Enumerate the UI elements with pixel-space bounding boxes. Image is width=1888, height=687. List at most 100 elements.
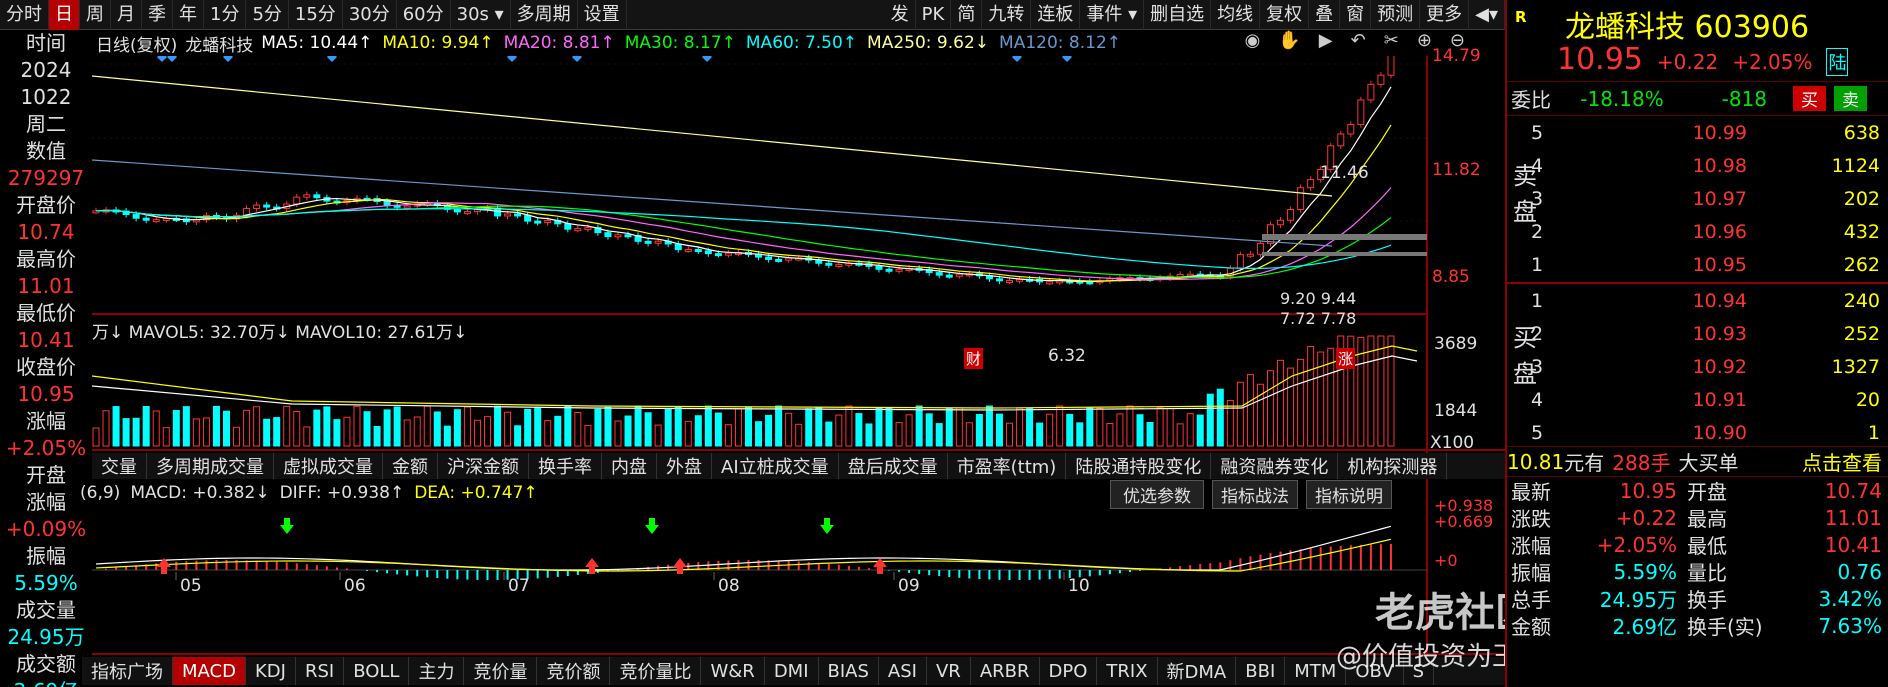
vol-tabs-3[interactable]: 金额 bbox=[383, 453, 438, 479]
bids-row-5[interactable]: 5 10.90 1 bbox=[1507, 416, 1888, 449]
bids-row-4[interactable]: 4 10.91 20 bbox=[1507, 383, 1888, 416]
hand-icon[interactable]: ✋ bbox=[1278, 30, 1300, 51]
ind-tabs-9[interactable]: W&R bbox=[701, 657, 765, 685]
volume-bar bbox=[975, 414, 983, 447]
level: 5 bbox=[1530, 421, 1544, 444]
optimal-params-button[interactable]: 优选参数 bbox=[1110, 480, 1204, 509]
ind-tabs-3[interactable]: RSI bbox=[296, 657, 345, 685]
vol-tabs-9[interactable]: 盘后成交量 bbox=[839, 453, 948, 479]
asks-row-4[interactable]: 4 10.98 1124 bbox=[1507, 149, 1888, 182]
tool-button-3[interactable]: 九转 bbox=[982, 0, 1032, 30]
period-tab-4[interactable]: 季 bbox=[142, 0, 173, 30]
sell-button[interactable]: 卖 bbox=[1834, 86, 1867, 111]
volume-bar bbox=[564, 405, 572, 447]
finance-marker[interactable]: 财 bbox=[964, 348, 984, 369]
ind-tabs-2[interactable]: KDJ bbox=[246, 657, 296, 685]
period-tab-10[interactable]: 60分 bbox=[397, 0, 451, 30]
ind-tabs-1[interactable]: MACD bbox=[173, 657, 246, 685]
tool-button-5[interactable]: 事件 ▾ bbox=[1080, 0, 1145, 30]
ind-tabs-11[interactable]: BIAS bbox=[819, 657, 879, 685]
limit-up-marker[interactable]: 涨 bbox=[1336, 348, 1356, 369]
tool-button-10[interactable]: 窗 bbox=[1340, 0, 1372, 30]
period-tab-2[interactable]: 周 bbox=[80, 0, 111, 30]
vol-tabs-7[interactable]: 外盘 bbox=[657, 453, 712, 479]
period-tab-9[interactable]: 30分 bbox=[343, 0, 397, 30]
eye-icon[interactable]: ◉ bbox=[1245, 30, 1261, 51]
period-tab-11[interactable]: 30s ▾ bbox=[451, 0, 511, 30]
ind-tabs-10[interactable]: DMI bbox=[765, 657, 819, 685]
volume-bar bbox=[624, 415, 632, 447]
ind-tabs-13[interactable]: VR bbox=[927, 657, 971, 685]
zoom-in-icon[interactable]: ⊕ bbox=[1417, 30, 1432, 51]
ind-tabs-12[interactable]: ASI bbox=[879, 657, 927, 685]
vol-tabs-2[interactable]: 虚拟成交量 bbox=[274, 453, 383, 479]
vol-tabs-1[interactable]: 多周期成交量 bbox=[147, 453, 274, 479]
ma-value-1: MA10: 9.94↑ bbox=[382, 33, 494, 53]
period-tab-12[interactable]: 多周期 bbox=[511, 0, 578, 30]
kline-chart-area[interactable]: 14.79 11.82 8.85 11.46 6.32 财 涨 9.20 9.4… bbox=[80, 46, 1535, 687]
play-icon[interactable]: ▶ bbox=[1319, 30, 1333, 51]
tool-button-0[interactable]: 发 bbox=[885, 0, 916, 30]
vol-tabs-13[interactable]: 机构探测器 bbox=[1338, 453, 1448, 479]
ind-tabs-5[interactable]: 主力 bbox=[409, 657, 465, 685]
ind-tabs-17[interactable]: 新DMA bbox=[1158, 657, 1237, 685]
stat-row-1: 涨跌 +0.22 最高 11.01 bbox=[1507, 504, 1888, 532]
vol-tabs-6[interactable]: 内盘 bbox=[602, 453, 657, 479]
ind-tabs-16[interactable]: TRIX bbox=[1097, 657, 1158, 685]
tool-button-8[interactable]: 复权 bbox=[1260, 0, 1310, 30]
ind-tabs-0[interactable]: 指标广场 bbox=[82, 657, 173, 685]
volume-bar bbox=[1226, 400, 1234, 447]
vol-tabs-0[interactable]: 交量 bbox=[92, 453, 147, 479]
asks-row-5[interactable]: 5 10.99 638 bbox=[1507, 116, 1888, 149]
ind-tabs-14[interactable]: ARBR bbox=[971, 657, 1040, 685]
ind-tabs-15[interactable]: DPO bbox=[1040, 657, 1098, 685]
ind-tabs-6[interactable]: 竞价量 bbox=[464, 657, 538, 685]
level-volume: 252 bbox=[1843, 322, 1880, 345]
period-tab-3[interactable]: 月 bbox=[111, 0, 142, 30]
ind-tabs-7[interactable]: 竞价额 bbox=[537, 657, 611, 685]
tool-button-6[interactable]: 删自选 bbox=[1144, 0, 1212, 30]
vol-tabs-8[interactable]: AI立桩成交量 bbox=[712, 453, 839, 479]
tool-button-12[interactable]: 更多 bbox=[1420, 0, 1470, 30]
vol-tabs-12[interactable]: 融资融券变化 bbox=[1211, 453, 1339, 479]
ind-tabs-4[interactable]: BOLL bbox=[344, 657, 410, 685]
asks-row-3[interactable]: 3 10.97 202 bbox=[1507, 182, 1888, 215]
indicator-strategy-button[interactable]: 指标战法 bbox=[1212, 480, 1298, 509]
tool-button-1[interactable]: PK bbox=[916, 0, 952, 30]
tool-button-11[interactable]: 预测 bbox=[1371, 0, 1421, 30]
tool-button-2[interactable]: 简 bbox=[951, 0, 983, 30]
period-tab-13[interactable]: 设置 bbox=[578, 0, 627, 30]
level-volume: 432 bbox=[1843, 220, 1880, 243]
undo-icon[interactable]: ↶ bbox=[1351, 30, 1366, 51]
bids-row-2[interactable]: 2 10.93 252 bbox=[1507, 317, 1888, 350]
period-tab-0[interactable]: 分时 bbox=[0, 0, 49, 30]
buy-button[interactable]: 买 bbox=[1793, 86, 1826, 111]
tool-button-4[interactable]: 连板 bbox=[1031, 0, 1081, 30]
tool-button-7[interactable]: 均线 bbox=[1211, 0, 1261, 30]
period-tab-8[interactable]: 15分 bbox=[289, 0, 343, 30]
asks-row-2[interactable]: 2 10.96 432 bbox=[1507, 215, 1888, 248]
big-order-link[interactable]: 点击查看 bbox=[1802, 447, 1888, 476]
ind-tabs-8[interactable]: 竞价量比 bbox=[610, 657, 702, 685]
indicator-help-button[interactable]: 指标说明 bbox=[1306, 480, 1392, 509]
period-tab-7[interactable]: 5分 bbox=[246, 0, 289, 30]
vol-tabs-5[interactable]: 换手率 bbox=[529, 453, 602, 479]
vol-tabs-10[interactable]: 市盈率(ttm) bbox=[948, 453, 1067, 479]
bids-row-1[interactable]: 1 10.94 240 bbox=[1507, 284, 1888, 317]
scissors-icon[interactable]: ✂ bbox=[1384, 30, 1399, 51]
volume-bar bbox=[554, 415, 562, 447]
period-tab-1[interactable]: 日 bbox=[49, 0, 80, 30]
bids-row-3[interactable]: 3 10.92 1327 bbox=[1507, 350, 1888, 383]
macd-axis-3: +0 bbox=[1434, 551, 1458, 570]
tool-button-9[interactable]: 叠 bbox=[1309, 0, 1341, 30]
period-tab-5[interactable]: 年 bbox=[173, 0, 204, 30]
stat-key-2: 最低 bbox=[1687, 534, 1727, 558]
asks-row-1[interactable]: 1 10.95 262 bbox=[1507, 248, 1888, 281]
vol-tabs-11[interactable]: 陆股通持股变化 bbox=[1066, 453, 1212, 479]
volume-bar bbox=[865, 423, 873, 447]
big-order-text1: 元有 bbox=[1564, 451, 1605, 475]
period-tab-6[interactable]: 1分 bbox=[204, 0, 247, 30]
ind-tabs-18[interactable]: BBI bbox=[1236, 657, 1286, 685]
vol-tabs-4[interactable]: 沪深金额 bbox=[438, 453, 529, 479]
tool-button-13[interactable]: ◀▾ bbox=[1469, 0, 1505, 30]
